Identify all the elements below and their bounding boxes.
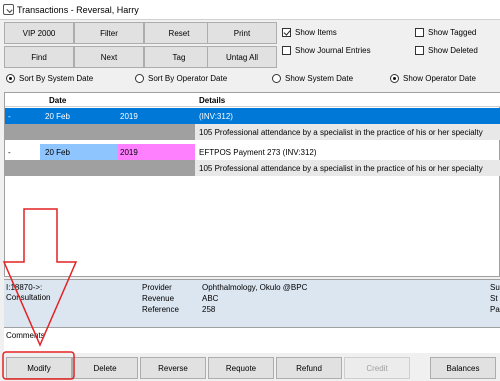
transaction-info-panel: I:18870->: Consultation Provider Ophthal… <box>4 279 500 327</box>
next-button[interactable]: Next <box>74 46 144 68</box>
refund-button[interactable]: Refund <box>276 357 342 379</box>
row-spacer <box>5 124 195 140</box>
modify-button[interactable]: Modify <box>6 357 72 379</box>
grid-header: Date Details <box>5 93 500 107</box>
row-description: 105 Professional attendance by a special… <box>199 128 483 137</box>
bottom-button-bar: Modify Delete Reverse Requote Refund Cre… <box>0 355 500 381</box>
reference-label: Reference <box>142 305 179 314</box>
find-button[interactable]: Find <box>4 46 74 68</box>
date-column-header[interactable]: Date <box>49 96 66 105</box>
comments-box[interactable]: Comments <box>4 327 500 353</box>
info-right-1: Su <box>490 283 500 292</box>
app-icon <box>3 4 14 15</box>
show-operator-date-label: Show Operator Date <box>403 74 476 83</box>
sort-by-operator-date-label: Sort By Operator Date <box>148 74 228 83</box>
checkbox-box <box>282 28 291 37</box>
table-row[interactable]: - 20 Feb 2019 EFTPOS Payment 273 (INV:31… <box>5 144 500 160</box>
show-operator-date-radio[interactable]: Show Operator Date <box>390 74 476 83</box>
delete-button[interactable]: Delete <box>72 357 138 379</box>
revenue-value: ABC <box>202 294 219 303</box>
title-bar: Transactions - Reversal, Harry <box>0 0 500 20</box>
show-items-checkbox[interactable]: Show Items <box>282 28 337 37</box>
row-description-cell: 105 Professional attendance by a special… <box>195 160 500 176</box>
show-deleted-checkbox[interactable]: Show Deleted <box>415 46 478 55</box>
row-date: 20 Feb <box>45 148 70 157</box>
row-description-cell: 105 Professional attendance by a special… <box>195 124 500 140</box>
table-row[interactable]: - 20 Feb 2019 (INV:312) <box>5 108 500 124</box>
show-journal-entries-label: Show Journal Entries <box>295 46 371 55</box>
checkbox-box <box>282 46 291 55</box>
show-journal-entries-checkbox[interactable]: Show Journal Entries <box>282 46 371 55</box>
row-marker: - <box>8 112 11 121</box>
vip-2000-button[interactable]: VIP 2000 <box>4 22 74 44</box>
show-deleted-label: Show Deleted <box>428 46 478 55</box>
checkbox-box <box>415 28 424 37</box>
row-marker: - <box>8 148 11 157</box>
window-title: Transactions - Reversal, Harry <box>17 4 139 15</box>
table-row-description[interactable]: 105 Professional attendance by a special… <box>5 160 500 176</box>
row-details: (INV:312) <box>199 112 233 121</box>
show-system-date-radio[interactable]: Show System Date <box>272 74 353 83</box>
requote-button[interactable]: Requote <box>208 357 274 379</box>
sort-by-system-date-radio[interactable]: Sort By System Date <box>6 74 93 83</box>
credit-button: Credit <box>344 357 410 379</box>
row-date: 20 Feb <box>45 112 70 121</box>
row-description: 105 Professional attendance by a special… <box>199 164 483 173</box>
comments-label: Comments <box>6 331 45 340</box>
reverse-button[interactable]: Reverse <box>140 357 206 379</box>
untag-all-button[interactable]: Untag All <box>207 46 277 68</box>
toolbar: VIP 2000 Filter Reset Print Find Next Ta… <box>0 20 500 70</box>
filter-button[interactable]: Filter <box>74 22 144 44</box>
print-button[interactable]: Print <box>207 22 277 44</box>
checkbox-box <box>415 46 424 55</box>
show-tagged-label: Show Tagged <box>428 28 477 37</box>
sort-by-operator-date-radio[interactable]: Sort By Operator Date <box>135 74 227 83</box>
details-column-header[interactable]: Details <box>199 96 225 105</box>
transaction-type: Consultation <box>6 293 51 302</box>
show-tagged-checkbox[interactable]: Show Tagged <box>415 28 476 37</box>
row-details: EFTPOS Payment 273 (INV:312) <box>199 148 317 157</box>
provider-value: Ophthalmology, Okulo @BPC <box>202 283 308 292</box>
row-year: 2019 <box>120 112 138 121</box>
radio-dot <box>390 74 399 83</box>
provider-label: Provider <box>142 283 172 292</box>
table-row-description[interactable]: 105 Professional attendance by a special… <box>5 124 500 140</box>
radio-dot <box>135 74 144 83</box>
balances-button[interactable]: Balances <box>430 357 496 379</box>
tag-button[interactable]: Tag <box>144 46 214 68</box>
sort-by-system-date-label: Sort By System Date <box>19 74 94 83</box>
sort-options-row: Sort By System Date Sort By Operator Dat… <box>0 70 500 90</box>
transactions-grid[interactable]: Date Details - 20 Feb 2019 (INV:312) 105… <box>4 92 500 277</box>
row-spacer <box>5 160 195 176</box>
show-items-label: Show Items <box>295 28 337 37</box>
show-system-date-label: Show System Date <box>285 74 354 83</box>
reset-button[interactable]: Reset <box>144 22 214 44</box>
info-right-2: St <box>490 294 498 303</box>
radio-dot <box>272 74 281 83</box>
info-right-3: Pa <box>490 305 500 314</box>
radio-dot <box>6 74 15 83</box>
transaction-id: I:18870->: <box>6 283 43 292</box>
revenue-label: Revenue <box>142 294 175 303</box>
reference-value: 258 <box>202 305 216 314</box>
row-year: 2019 <box>120 148 138 157</box>
